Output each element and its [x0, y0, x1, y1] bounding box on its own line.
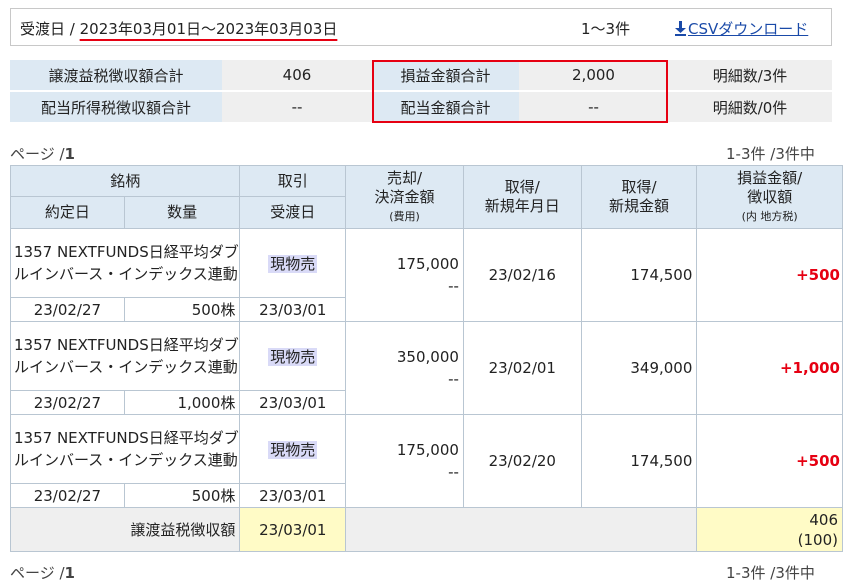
acq-amount: 174,500: [580, 228, 698, 322]
delivery-date: 23/03/01: [239, 483, 347, 508]
download-icon: [675, 21, 686, 36]
acq-amount: 174,500: [580, 414, 698, 508]
sale-amount: 175,000: [396, 441, 459, 459]
col-torihiki: 取引: [239, 165, 347, 197]
profit-loss: +500: [696, 414, 843, 508]
filter-header: 受渡日 / 2023年03月01日～2023年03月03日 1～3件 CSVダウ…: [10, 8, 832, 46]
quantity: 1,000株: [123, 390, 241, 415]
pager-range-bottom: 1-3件 /3件中: [726, 564, 815, 582]
table-row: 1357 NEXTFUNDS日経平均ダブルインバース・インデックス連動 現物売 …: [9, 414, 843, 508]
footer-spacer: [345, 507, 698, 552]
contract-date: 23/02/27: [10, 483, 125, 508]
col-pl: 損益金額/ 徴収額 (内 地方税): [696, 165, 843, 229]
security-name: 1357 NEXTFUNDS日経平均ダブルインバース・インデックス連動: [9, 414, 241, 484]
summary-value: 406: [222, 60, 372, 92]
col-sale-line1: 売却/: [387, 168, 423, 187]
result-count: 1～3件: [581, 20, 631, 38]
page-label: ページ /: [10, 145, 65, 163]
summary-label: 譲渡益税徴収額合計: [10, 60, 222, 92]
footer-row: 譲渡益税徴収額 23/03/01 406 (100): [9, 507, 843, 552]
table-row: 1357 NEXTFUNDS日経平均ダブルインバース・インデックス連動 現物売 …: [9, 228, 843, 322]
summary-value: --: [222, 91, 372, 124]
footer-local-tax: (100): [797, 530, 838, 549]
security-name: 1357 NEXTFUNDS日経平均ダブルインバース・インデックス連動: [9, 228, 241, 298]
trade-cell: 現物売: [239, 321, 347, 391]
footer-label: 譲渡益税徴収額: [9, 507, 241, 552]
transactions-table: 銘柄 取引 売却/ 決済金額 (費用) 取得/ 新規年月日 取得/ 新規金額 損…: [9, 165, 843, 552]
table-row: 1357 NEXTFUNDS日経平均ダブルインバース・インデックス連動 現物売 …: [9, 321, 843, 415]
page-number: 1: [64, 145, 75, 163]
sale-fee: --: [448, 463, 459, 481]
profit-loss: +1,000: [696, 321, 843, 415]
acq-amount: 349,000: [580, 321, 698, 415]
sale-cell: 175,000 --: [345, 414, 464, 508]
acq-date: 23/02/20: [462, 414, 582, 508]
period-separator: /: [69, 20, 75, 38]
trade-type: 現物売: [268, 347, 318, 366]
contract-date: 23/02/27: [10, 297, 125, 322]
footer-tax-cell: 406 (100): [696, 507, 843, 552]
sale-amount: 175,000: [396, 255, 459, 273]
highlight-box: [372, 60, 668, 123]
sale-fee: --: [448, 277, 459, 295]
delivery-date: 23/03/01: [239, 390, 347, 415]
sale-cell: 175,000 --: [345, 228, 464, 322]
period-label: 受渡日 / 2023年03月01日～2023年03月03日: [20, 18, 337, 39]
col-qty: 数量: [123, 196, 241, 229]
sale-amount: 350,000: [396, 348, 459, 366]
trade-cell: 現物売: [239, 414, 347, 484]
quantity: 500株: [123, 297, 241, 322]
trade-cell: 現物売: [239, 228, 347, 298]
profit-loss: +500: [696, 228, 843, 322]
detail-count: 明細数/0件: [668, 91, 832, 124]
page-number: 1: [64, 564, 75, 582]
pager-range-top: 1-3件 /3件中: [726, 145, 815, 163]
col-delivery: 受渡日: [239, 196, 347, 229]
pager-top: ページ /1: [10, 143, 75, 164]
col-contract-date: 約定日: [10, 196, 125, 229]
csv-download-link[interactable]: CSVダウンロード: [675, 18, 808, 39]
col-pl-local: (内 地方税): [741, 210, 798, 224]
sale-fee: --: [448, 370, 459, 388]
summary-label: 配当所得税徴収額合計: [10, 91, 222, 124]
footer-date: 23/03/01: [239, 507, 347, 552]
date-range: 2023年03月01日～2023年03月03日: [79, 20, 338, 38]
period-label-text: 受渡日: [20, 20, 66, 38]
col-meigara: 銘柄: [9, 165, 241, 197]
header-row: 銘柄 取引 売却/ 決済金額 (費用) 取得/ 新規年月日 取得/ 新規金額 損…: [9, 165, 843, 229]
pager-bottom: ページ /1: [10, 562, 75, 583]
detail-count: 明細数/3件: [668, 60, 832, 92]
col-acq-amount-line2: 新規金額: [609, 197, 670, 215]
col-sale-fee: (費用): [389, 210, 420, 224]
col-acq-amount-line1: 取得/: [621, 178, 657, 197]
col-sale: 売却/ 決済金額 (費用): [345, 165, 464, 229]
col-acq-date: 取得/ 新規年月日: [462, 165, 582, 229]
security-name: 1357 NEXTFUNDS日経平均ダブルインバース・インデックス連動: [9, 321, 241, 391]
col-sale-line2: 決済金額: [374, 187, 435, 206]
delivery-date: 23/03/01: [239, 297, 347, 322]
col-pl-line2: 徴収額: [747, 187, 793, 206]
col-pl-line1: 損益金額/: [737, 168, 803, 187]
acq-date: 23/02/01: [462, 321, 582, 415]
footer-tax: 406: [809, 510, 838, 529]
col-acq-amount: 取得/ 新規金額: [580, 165, 698, 229]
trade-type: 現物売: [268, 440, 318, 459]
col-acq-date-line1: 取得/: [504, 178, 540, 197]
quantity: 500株: [123, 483, 241, 508]
csv-download-label[interactable]: CSVダウンロード: [688, 20, 808, 38]
col-acq-date-line2: 新規年月日: [484, 197, 560, 215]
page-label: ページ /: [10, 564, 65, 582]
contract-date: 23/02/27: [10, 390, 125, 415]
acq-date: 23/02/16: [462, 228, 582, 322]
sale-cell: 350,000 --: [345, 321, 464, 415]
trade-type: 現物売: [268, 254, 318, 273]
